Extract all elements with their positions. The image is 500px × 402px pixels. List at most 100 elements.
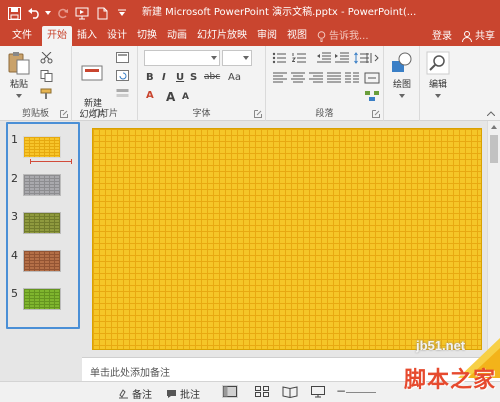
text-direction-icon[interactable] xyxy=(364,52,380,64)
redo-icon[interactable] xyxy=(52,3,72,23)
layout-icon[interactable] xyxy=(116,52,130,64)
slide-thumbnail[interactable] xyxy=(23,136,61,158)
undo-icon[interactable] xyxy=(24,3,44,23)
watermark-url: jb51.net xyxy=(416,338,466,353)
decrease-indent-icon[interactable] xyxy=(316,52,332,64)
slide-number: 1 xyxy=(11,133,18,146)
slide-thumbnail[interactable] xyxy=(23,174,61,196)
bold-button[interactable]: B xyxy=(146,72,154,83)
clipboard-dialog-launcher-icon[interactable] xyxy=(60,110,68,118)
change-case-button[interactable]: Aa xyxy=(228,72,241,83)
justify-icon[interactable] xyxy=(326,72,342,84)
tab-animations[interactable]: 动画 xyxy=(162,26,192,46)
editing-group: 编辑 xyxy=(420,46,456,121)
insertion-marker xyxy=(30,159,72,164)
italic-button[interactable]: I xyxy=(162,72,166,83)
notes-toggle-button[interactable]: 备注 xyxy=(118,386,152,401)
clipboard-group: 粘贴 剪贴板 xyxy=(0,46,72,121)
title-bar: 新建 Microsoft PowerPoint 演示文稿.pptx - Powe… xyxy=(0,0,500,26)
slide-number: 3 xyxy=(11,210,18,223)
decrease-font-size-button[interactable]: A xyxy=(182,92,189,102)
shadow-button[interactable]: S xyxy=(190,72,197,83)
tell-me-search[interactable]: 告诉我... xyxy=(312,26,374,46)
slide-number: 2 xyxy=(11,172,18,185)
tab-transitions[interactable]: 切换 xyxy=(132,26,162,46)
ribbon-tab-bar: 文件 开始 插入 设计 切换 动画 幻灯片放映 审阅 视图 告诉我... 登录 … xyxy=(0,26,500,46)
increase-font-size-button[interactable]: A xyxy=(166,90,175,104)
drawing-dropdown-icon[interactable] xyxy=(399,94,405,98)
cut-icon[interactable] xyxy=(40,52,54,64)
scroll-up-icon[interactable] xyxy=(491,125,497,129)
scroll-thumb[interactable] xyxy=(490,135,498,163)
zoom-slider[interactable] xyxy=(346,392,376,393)
slides-group-label: 幻灯片 xyxy=(90,109,118,119)
slides-group: 新建 幻灯片 幻灯片 xyxy=(72,46,138,121)
normal-view-icon[interactable] xyxy=(222,385,238,398)
numbering-icon[interactable] xyxy=(292,52,308,64)
slide-number: 5 xyxy=(11,287,18,300)
login-link[interactable]: 登录 xyxy=(427,26,457,46)
slide-sorter-icon[interactable] xyxy=(254,385,270,398)
font-size-combobox[interactable] xyxy=(222,50,252,66)
tab-design[interactable]: 设计 xyxy=(102,26,132,46)
align-center-icon[interactable] xyxy=(290,72,306,84)
paste-dropdown-icon[interactable] xyxy=(16,94,22,98)
align-text-icon[interactable] xyxy=(364,72,380,84)
paste-button[interactable]: 粘贴 xyxy=(5,50,33,90)
format-painter-icon[interactable] xyxy=(40,88,54,100)
drawing-button[interactable]: 绘图 xyxy=(387,50,417,90)
paste-icon xyxy=(8,52,30,75)
columns-icon[interactable] xyxy=(344,72,360,84)
tab-insert[interactable]: 插入 xyxy=(72,26,102,46)
slide-thumbnail[interactable] xyxy=(23,288,61,310)
customize-qat-icon[interactable] xyxy=(112,3,132,23)
current-slide[interactable] xyxy=(92,128,482,350)
reset-icon[interactable] xyxy=(116,70,130,82)
comments-toggle-label: 批注 xyxy=(180,390,200,401)
section-icon[interactable] xyxy=(116,88,130,100)
font-name-combobox[interactable] xyxy=(144,50,220,66)
undo-dropdown-icon[interactable] xyxy=(44,3,52,23)
bullets-icon[interactable] xyxy=(272,52,288,64)
font-color-button[interactable]: A xyxy=(146,90,154,101)
comment-icon xyxy=(167,389,176,398)
underline-button[interactable]: U xyxy=(176,72,184,83)
editing-dropdown-icon[interactable] xyxy=(435,94,441,98)
tab-view[interactable]: 视图 xyxy=(282,26,312,46)
comments-toggle-button[interactable]: 批注 xyxy=(166,386,200,401)
tab-file[interactable]: 文件 xyxy=(0,26,42,46)
paragraph-dialog-launcher-icon[interactable] xyxy=(372,110,380,118)
reading-view-icon[interactable] xyxy=(282,385,298,398)
save-icon[interactable] xyxy=(4,3,24,23)
align-left-icon[interactable] xyxy=(272,72,288,84)
tab-review[interactable]: 审阅 xyxy=(252,26,282,46)
font-group-label: 字体 xyxy=(192,109,211,119)
strikethrough-button[interactable]: abc xyxy=(204,72,220,82)
slide-thumbnail[interactable] xyxy=(23,250,61,272)
share-button[interactable]: 共享 xyxy=(457,26,500,46)
tab-home[interactable]: 开始 xyxy=(42,26,72,46)
shapes-icon xyxy=(392,52,412,72)
vertical-scrollbar[interactable] xyxy=(487,121,500,357)
increase-indent-icon[interactable] xyxy=(334,52,350,64)
watermark-text: 脚本之家 xyxy=(403,368,496,393)
notes-toggle-label: 备注 xyxy=(132,390,152,401)
font-dialog-launcher-icon[interactable] xyxy=(254,110,262,118)
editing-label: 编辑 xyxy=(428,80,447,90)
lightbulb-icon xyxy=(317,30,326,42)
collapse-ribbon-icon[interactable] xyxy=(487,111,495,116)
drawing-group: 绘图 xyxy=(384,46,420,121)
slide-thumbnail[interactable] xyxy=(23,212,61,234)
editing-button[interactable]: 编辑 xyxy=(423,50,453,90)
font-group: B I U S abc Aa A A A 字体 xyxy=(138,46,266,121)
from-beginning-icon[interactable] xyxy=(72,3,92,23)
smartart-icon[interactable] xyxy=(364,90,380,102)
notes-icon xyxy=(119,388,128,398)
tab-slideshow[interactable]: 幻灯片放映 xyxy=(192,26,252,46)
find-icon xyxy=(426,51,450,75)
copy-icon[interactable] xyxy=(40,70,54,82)
slideshow-view-icon[interactable] xyxy=(310,385,326,398)
align-right-icon[interactable] xyxy=(308,72,324,84)
zoom-out-icon[interactable]: − xyxy=(336,384,346,398)
new-file-icon[interactable] xyxy=(92,3,112,23)
